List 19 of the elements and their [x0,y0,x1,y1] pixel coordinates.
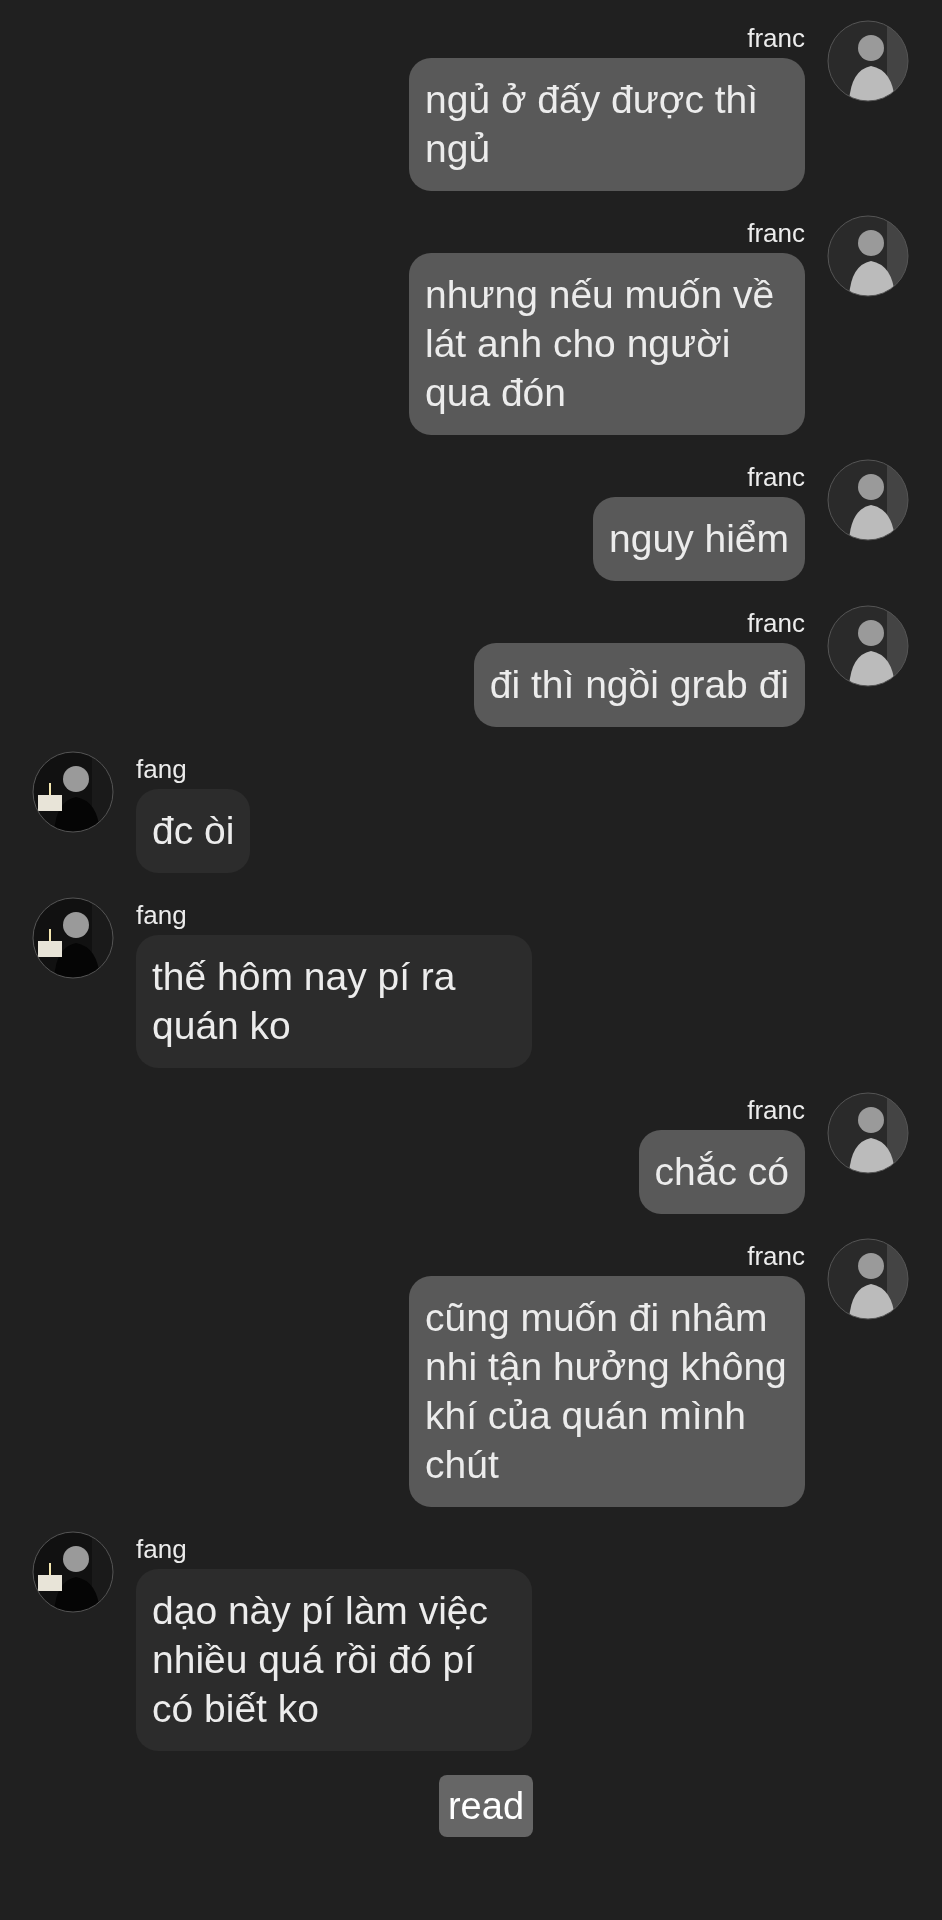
message-bubble: dạo này pí làm việc nhiều quá rồi đó pí có biết ko [136,1569,532,1751]
message-bubble: đi thì ngồi grab đi [473,643,805,727]
sender-name: fang [136,899,187,931]
sender-name: franc [747,461,805,493]
message-bubble: ngủ ở đấy được thì ngủ [409,58,805,191]
sender-name: fang [136,753,187,785]
sender-name: franc [747,607,805,639]
message-bubble: thế hôm nay pí ra quán ko [136,935,532,1068]
message-bubble: chắc có [638,1130,805,1214]
sender-name: franc [747,1094,805,1126]
sender-name: franc [747,22,805,54]
message-bubble: nguy hiểm [593,497,805,581]
sender-name: franc [747,1240,805,1272]
message-bubble: nhưng nếu muốn về lát anh cho người qua đón [409,253,805,435]
message-bubble: cũng muốn đi nhâm nhi tận hưởng không khí của quán mình chút [409,1276,805,1507]
read-receipt: read [438,1775,534,1837]
sender-name: fang [136,1533,187,1565]
message-bubble: đc òi [136,789,251,873]
sender-name: franc [747,217,805,249]
